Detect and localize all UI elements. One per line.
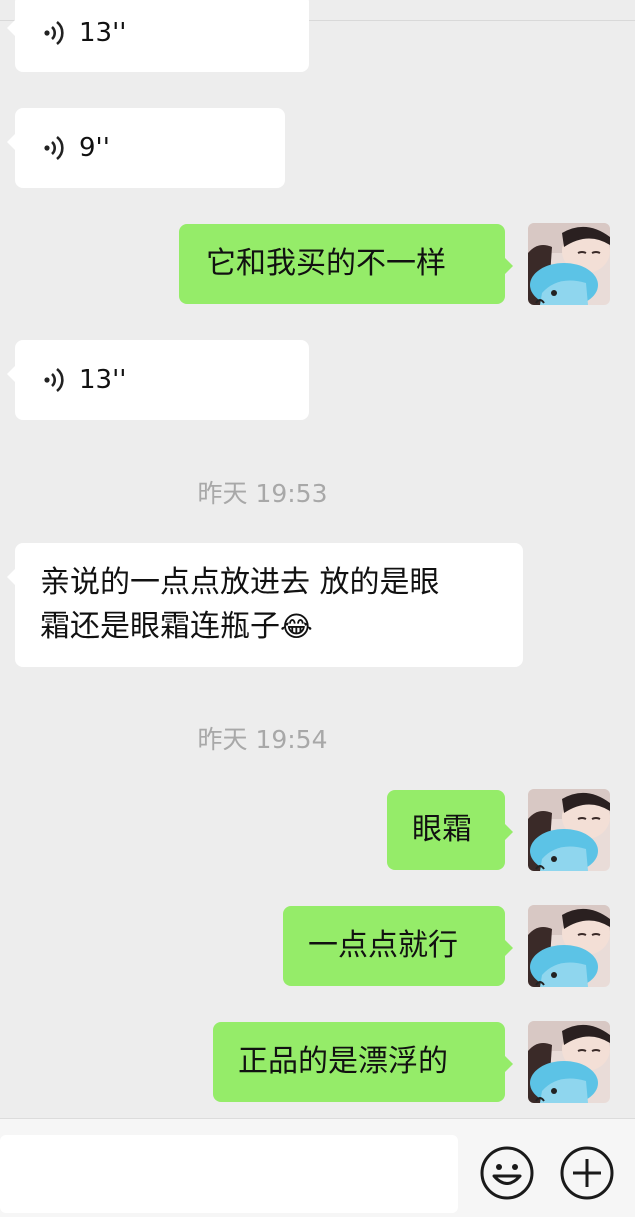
timestamp: 昨天 19:53 <box>197 479 328 508</box>
message-text: 它和我买的不一样 <box>206 246 446 281</box>
voice-wave-icon <box>44 20 64 46</box>
voice-duration: 9'' <box>79 133 110 163</box>
timestamp: 昨天 19:54 <box>197 725 328 754</box>
voice-message[interactable]: 13'' <box>7 340 309 420</box>
avatar-image <box>528 905 610 987</box>
message-text-line-2: 霜还是眼霜连瓶子😂 <box>40 605 523 649</box>
smiley-face-icon[interactable] <box>479 1145 535 1201</box>
sent-message[interactable]: 一点点就行 <box>283 906 513 986</box>
message-text: 正品的是漂浮的 <box>238 1044 448 1079</box>
voice-message-content: 13'' <box>15 0 309 72</box>
avatar-image <box>528 223 610 305</box>
voice-duration: 13'' <box>79 18 127 48</box>
avatar[interactable] <box>528 789 610 871</box>
avatar[interactable] <box>528 1021 610 1103</box>
avatar[interactable] <box>528 905 610 987</box>
voice-message-content: 9'' <box>15 108 285 188</box>
message-text: 一点点就行 <box>308 928 458 963</box>
sent-message[interactable]: 眼霜 <box>387 790 513 870</box>
avatar-image <box>528 789 610 871</box>
received-message[interactable]: 亲说的一点点放进去 放的是眼 霜还是眼霜连瓶子😂 <box>7 543 523 667</box>
message-text-line-1: 亲说的一点点放进去 放的是眼 <box>40 565 440 600</box>
avatar[interactable] <box>528 223 610 305</box>
plus-circle-icon[interactable] <box>559 1145 615 1201</box>
voice-wave-icon <box>44 367 64 393</box>
voice-duration: 13'' <box>79 365 127 395</box>
voice-wave-icon <box>44 135 64 161</box>
tears-of-joy-emoji: 😂 <box>280 610 313 643</box>
voice-message[interactable]: 13'' <box>7 0 309 72</box>
sent-message[interactable]: 正品的是漂浮的 <box>213 1022 513 1102</box>
message-text: 眼霜 <box>412 812 472 847</box>
avatar-image <box>528 1021 610 1103</box>
input-bar <box>0 1118 635 1217</box>
message-text-line-2-text: 霜还是眼霜连瓶子 <box>40 609 280 644</box>
voice-message-content: 13'' <box>15 340 309 420</box>
voice-message[interactable]: 9'' <box>7 108 285 188</box>
message-input[interactable] <box>0 1135 458 1213</box>
sent-message[interactable]: 它和我买的不一样 <box>179 224 513 304</box>
